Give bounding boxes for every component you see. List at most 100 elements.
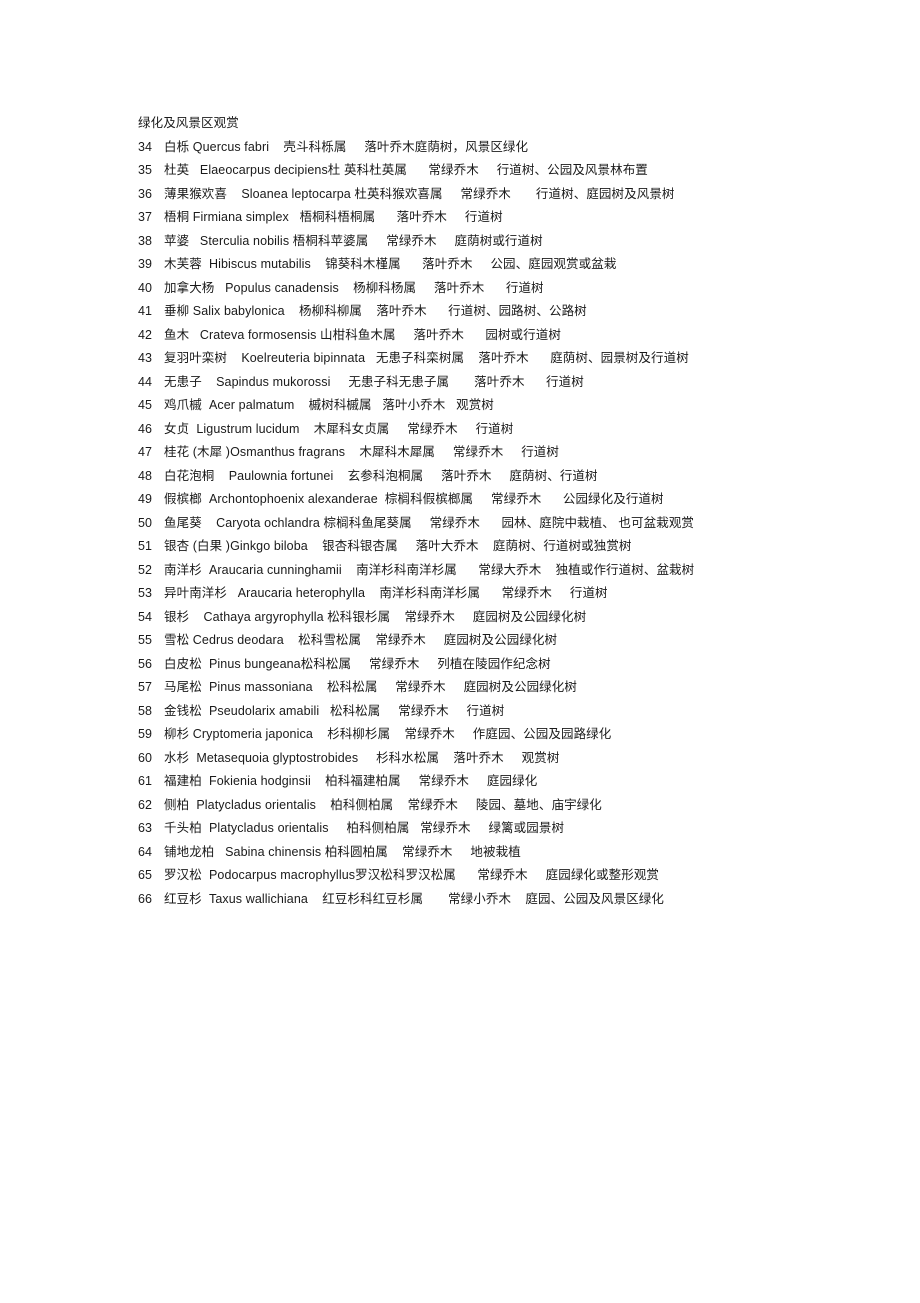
species-entry: 60 水杉 Metasequoia glyptostrobides 杉科水松属 落… xyxy=(138,747,783,771)
entry-family-genus: 棕榈科鱼尾葵属 xyxy=(323,515,412,530)
entry-chinese-name: 金钱松 xyxy=(164,703,202,718)
entry-number: 50 xyxy=(138,515,153,530)
entry-tree-type: 常绿大乔木 xyxy=(478,562,542,577)
species-entry: 54 银杉 Cathaya argyrophylla 松科银杉属 常绿乔木 庭园树… xyxy=(138,606,783,630)
entry-chinese-name: 南洋杉 xyxy=(164,562,202,577)
entry-number: 61 xyxy=(138,774,153,788)
entry-tree-type: 常绿乔木 xyxy=(420,821,471,835)
species-entry: 66 红豆杉 Taxus wallichiana 红豆杉科红豆杉属 常绿小乔木 庭… xyxy=(138,888,783,912)
entry-tree-type: 落叶乔木 xyxy=(396,210,448,224)
entry-chinese-name: 罗汉松 xyxy=(164,868,202,882)
entry-family-genus: 南洋杉科南洋杉属 xyxy=(356,562,457,577)
species-entry: 40 加拿大杨 Populus canadensis 杨柳科杨属 落叶乔木 行道树 xyxy=(138,277,783,301)
entry-usage: 行道树、庭园树及风景树 xyxy=(535,186,675,201)
entry-family-genus: 无患子科栾树属 xyxy=(375,351,465,365)
entry-usage: 行道树 xyxy=(569,586,608,600)
species-entry: 41 垂柳 Salix babylonica 杨柳科柳属 落叶乔木 行道树、园路树… xyxy=(138,300,783,324)
entry-chinese-name: 银杉 xyxy=(164,609,190,624)
entry-number: 62 xyxy=(138,797,153,812)
entry-tree-type: 常绿乔木 xyxy=(429,515,481,530)
entry-number: 37 xyxy=(138,210,153,224)
entry-tree-type: 落叶乔木 xyxy=(441,468,492,483)
species-entry: 43 复羽叶栾树 Koelreuteria bipinnata 无患子科栾树属 落… xyxy=(138,347,783,371)
entry-usage: 观赏树 xyxy=(521,750,560,765)
entry-usage: 庭园树及公园绿化树 xyxy=(463,680,577,694)
entry-tree-type: 落叶乔木 xyxy=(413,327,464,342)
entry-family-genus: 杉科柳杉属 xyxy=(327,727,391,741)
entry-latin-name: Pinus bungeana xyxy=(208,656,301,671)
entry-latin-name: Fokienia hodginsii xyxy=(208,774,311,788)
entry-usage: 行道树 xyxy=(466,703,505,718)
entry-number: 34 xyxy=(138,139,153,154)
species-entry: 44 无患子 Sapindus mukorossi 无患子科无患子属 落叶乔木 行… xyxy=(138,371,783,395)
entry-chinese-name: 侧柏 xyxy=(164,797,190,812)
species-entry: 42 鱼木 Crateva formosensis 山柑科鱼木属 落叶乔木 园树或… xyxy=(138,324,783,348)
entry-usage: 园林、庭院中栽植、 也可盆栽观赏 xyxy=(501,515,695,530)
entry-number: 53 xyxy=(138,586,153,600)
entry-usage: 庭荫树，风景区绿化 xyxy=(414,139,529,154)
entry-usage: 行道树 xyxy=(521,445,559,459)
entry-number: 63 xyxy=(138,821,153,835)
entry-usage: 行道树、公园及风景林布置 xyxy=(496,163,648,177)
entry-number: 39 xyxy=(138,257,153,271)
entry-chinese-name: 木芙蓉 xyxy=(164,257,202,271)
entry-family-genus: 无患子科无患子属 xyxy=(348,374,450,389)
entry-latin-name: Podocarpus macrophyllus xyxy=(208,868,356,882)
entry-number: 64 xyxy=(138,844,153,859)
entry-usage: 公园、庭园观赏或盆栽 xyxy=(490,257,617,271)
entry-tree-type: 常绿乔木 xyxy=(418,774,470,788)
entry-number: 58 xyxy=(138,703,153,718)
entry-latin-name: Cedrus deodara xyxy=(192,633,284,647)
entry-family-genus: 柏科圆柏属 xyxy=(324,844,388,859)
entry-chinese-name: 鱼尾葵 xyxy=(164,515,202,530)
entry-usage: 庭园、公园及风景区绿化 xyxy=(525,891,664,906)
entry-latin-name: Paulownia fortunei xyxy=(228,468,334,483)
species-entry: 51 银杏 (白果 )Ginkgo biloba 银杏科银杏属 落叶大乔木 庭荫树… xyxy=(138,535,783,559)
species-entry: 55 雪松 Cedrus deodara 松科雪松属 常绿乔木 庭园树及公园绿化树 xyxy=(138,629,783,653)
entry-usage: 公园绿化及行道树 xyxy=(562,492,664,506)
entry-number: 59 xyxy=(138,727,153,741)
species-entry: 50 鱼尾葵 Caryota ochlandra 棕榈科鱼尾葵属 常绿乔木 园林、… xyxy=(138,512,783,536)
entry-usage: 观赏树 xyxy=(456,398,494,412)
entry-tree-type: 常绿乔木 xyxy=(501,586,552,600)
entry-number: 60 xyxy=(138,750,153,765)
entry-chinese-name: 垂柳 xyxy=(164,304,190,318)
entry-latin-name: Osmanthus fragrans xyxy=(230,445,346,459)
entry-family-genus: 壳斗科栎属 xyxy=(283,139,347,154)
entry-family-genus: 梧桐科苹婆属 xyxy=(292,233,369,248)
entry-number: 40 xyxy=(138,280,153,295)
entry-chinese-name: 苹婆 xyxy=(164,233,190,248)
species-entry: 46 女贞 Ligustrum lucidum 木犀科女贞属 常绿乔木 行道树 xyxy=(138,418,783,442)
entry-family-genus: 松科银杉属 xyxy=(327,609,391,624)
